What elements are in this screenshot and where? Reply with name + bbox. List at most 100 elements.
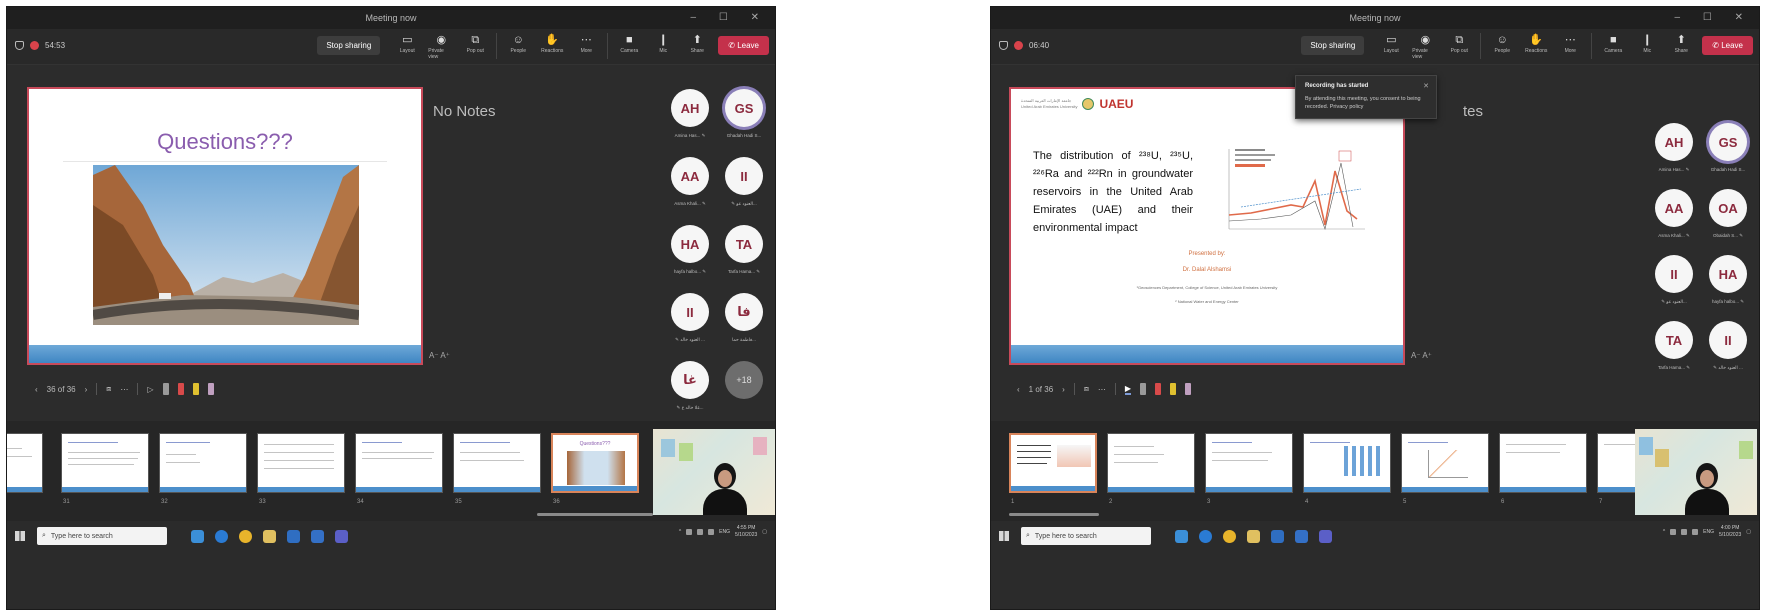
file-explorer-icon[interactable]	[263, 529, 276, 543]
font-size-controls[interactable]: A⁻ A⁺	[429, 351, 450, 360]
participant-avatar[interactable]: AH	[671, 89, 709, 127]
chevron-right-icon[interactable]: ›	[1062, 385, 1065, 394]
participant-avatar[interactable]: TA	[1655, 321, 1693, 359]
toast-body[interactable]: By attending this meeting, you consent t…	[1305, 95, 1427, 111]
slide-thumbnail[interactable]	[453, 433, 541, 493]
widgets-icon[interactable]	[1175, 529, 1188, 543]
reactions-button[interactable]: ✋ Reactions	[1523, 33, 1549, 54]
layout-button[interactable]: ▭ Layout	[1378, 33, 1404, 54]
taskbar-search-box[interactable]: ⌕ Type here to search	[37, 527, 167, 545]
chrome-icon[interactable]	[1223, 529, 1236, 543]
mic-button[interactable]: ❙ Mic	[650, 33, 676, 54]
more-icon[interactable]: ⋯	[1098, 385, 1106, 394]
file-explorer-icon[interactable]	[1247, 529, 1260, 543]
slide-thumbnail[interactable]	[355, 433, 443, 493]
slide-thumbnail[interactable]	[1401, 433, 1489, 493]
volume-icon[interactable]	[1692, 529, 1699, 535]
taskbar-clock[interactable]: 4:55 PM 5/10/2023	[735, 525, 757, 539]
stop-sharing-button[interactable]: Stop sharing	[1301, 36, 1365, 55]
participant-avatar[interactable]: II	[1655, 255, 1693, 293]
cloud-icon[interactable]	[686, 529, 693, 535]
chevron-up-icon[interactable]: ^	[1663, 529, 1665, 535]
pink-pen-icon[interactable]	[1185, 383, 1192, 395]
filmstrip-scrollbar[interactable]	[537, 513, 653, 516]
chevron-right-icon[interactable]: ›	[85, 385, 88, 394]
network-icon[interactable]	[697, 529, 704, 535]
people-button[interactable]: ☺ People	[505, 33, 531, 54]
camera-button[interactable]: ■ Camera	[1600, 33, 1626, 54]
laser-pointer-icon[interactable]: ▶	[1124, 384, 1132, 395]
participant-avatar[interactable]: AA	[671, 157, 709, 195]
edge-icon[interactable]	[1199, 529, 1212, 543]
volume-icon[interactable]	[708, 529, 715, 535]
taskbar-clock[interactable]: 4:00 PM 5/10/2023	[1719, 525, 1741, 539]
leave-button[interactable]: ✆ Leave	[1702, 36, 1753, 55]
mic-button[interactable]: ❙ Mic	[1634, 33, 1660, 54]
participant-avatar[interactable]: HA	[671, 225, 709, 263]
highlighter-icon[interactable]	[192, 383, 199, 395]
red-pen-icon[interactable]	[1155, 383, 1162, 395]
network-icon[interactable]	[1681, 529, 1688, 535]
grid-view-icon[interactable]: ⧈	[106, 384, 111, 394]
participant-avatar[interactable]: II	[1709, 321, 1747, 359]
windows-start-icon[interactable]	[15, 531, 25, 541]
outlook-icon[interactable]	[311, 529, 324, 543]
laser-pointer-icon[interactable]: ▷	[147, 385, 153, 394]
participant-avatar[interactable]: GS	[725, 89, 763, 127]
pink-pen-icon[interactable]	[207, 383, 214, 395]
language-indicator[interactable]: ENG	[1703, 529, 1714, 535]
teams-icon[interactable]	[1319, 529, 1332, 543]
store-icon[interactable]	[287, 529, 300, 543]
notification-icon[interactable]: ▢	[762, 529, 767, 535]
participant-avatar[interactable]: GS	[1709, 123, 1747, 161]
slide-thumbnail[interactable]	[257, 433, 345, 493]
teams-icon[interactable]	[335, 529, 348, 543]
more-icon[interactable]: ⋯	[120, 385, 128, 394]
participant-avatar[interactable]: TA	[725, 225, 763, 263]
close-icon[interactable]: ✕	[1423, 82, 1429, 90]
eraser-icon[interactable]	[162, 383, 169, 395]
filmstrip-scrollbar[interactable]	[1009, 513, 1099, 516]
taskbar-search-box[interactable]: ⌕ Type here to search	[1021, 527, 1151, 545]
outlook-icon[interactable]	[1295, 529, 1308, 543]
pop-out-button[interactable]: ⧉ Pop out	[462, 33, 488, 54]
layout-button[interactable]: ▭ Layout	[394, 33, 420, 54]
notification-icon[interactable]: ▢	[1746, 529, 1751, 535]
slide-thumbnail[interactable]	[61, 433, 149, 493]
participant-avatar[interactable]: غا	[671, 361, 709, 399]
leave-button[interactable]: ✆ Leave	[718, 36, 769, 55]
participant-avatar[interactable]: II	[671, 293, 709, 331]
window-controls[interactable]: – ☐ ✕	[691, 7, 769, 29]
chevron-left-icon[interactable]: ‹	[1017, 385, 1020, 394]
pop-out-button[interactable]: ⧉ Pop out	[1446, 33, 1472, 54]
slide-thumbnail[interactable]	[1107, 433, 1195, 493]
camera-button[interactable]: ■ Camera	[616, 33, 642, 54]
current-slide[interactable]: Questions???	[27, 87, 423, 365]
more-participants-button[interactable]: +18	[725, 361, 763, 399]
more-button[interactable]: ⋯ More	[1557, 33, 1583, 54]
chrome-icon[interactable]	[239, 529, 252, 543]
share-button[interactable]: ⬆ Share	[684, 33, 710, 54]
participant-avatar[interactable]: AH	[1655, 123, 1693, 161]
window-controls[interactable]: – ☐ ✕	[1675, 7, 1753, 29]
edge-icon[interactable]	[215, 529, 228, 543]
grid-view-icon[interactable]: ⧈	[1084, 384, 1089, 394]
font-size-controls[interactable]: A⁻ A⁺	[1411, 351, 1432, 360]
chevron-left-icon[interactable]: ‹	[35, 385, 38, 394]
stop-sharing-button[interactable]: Stop sharing	[317, 36, 381, 55]
slide-thumbnail[interactable]	[7, 433, 43, 493]
language-indicator[interactable]: ENG	[719, 529, 730, 535]
participant-avatar[interactable]: II	[725, 157, 763, 195]
slide-thumbnail-active[interactable]	[1009, 433, 1097, 493]
participant-avatar[interactable]: AA	[1655, 189, 1693, 227]
participant-avatar[interactable]: HA	[1709, 255, 1747, 293]
reactions-button[interactable]: ✋ Reactions	[539, 33, 565, 54]
slide-thumbnail-active[interactable]: Questions???	[551, 433, 639, 493]
store-icon[interactable]	[1271, 529, 1284, 543]
eraser-icon[interactable]	[1140, 383, 1147, 395]
highlighter-icon[interactable]	[1170, 383, 1177, 395]
current-slide[interactable]: جامعة الإمارات العربية المتحدة United Ar…	[1009, 87, 1405, 365]
share-button[interactable]: ⬆ Share	[1668, 33, 1694, 54]
slide-thumbnail[interactable]	[1205, 433, 1293, 493]
slide-thumbnail[interactable]	[1303, 433, 1391, 493]
